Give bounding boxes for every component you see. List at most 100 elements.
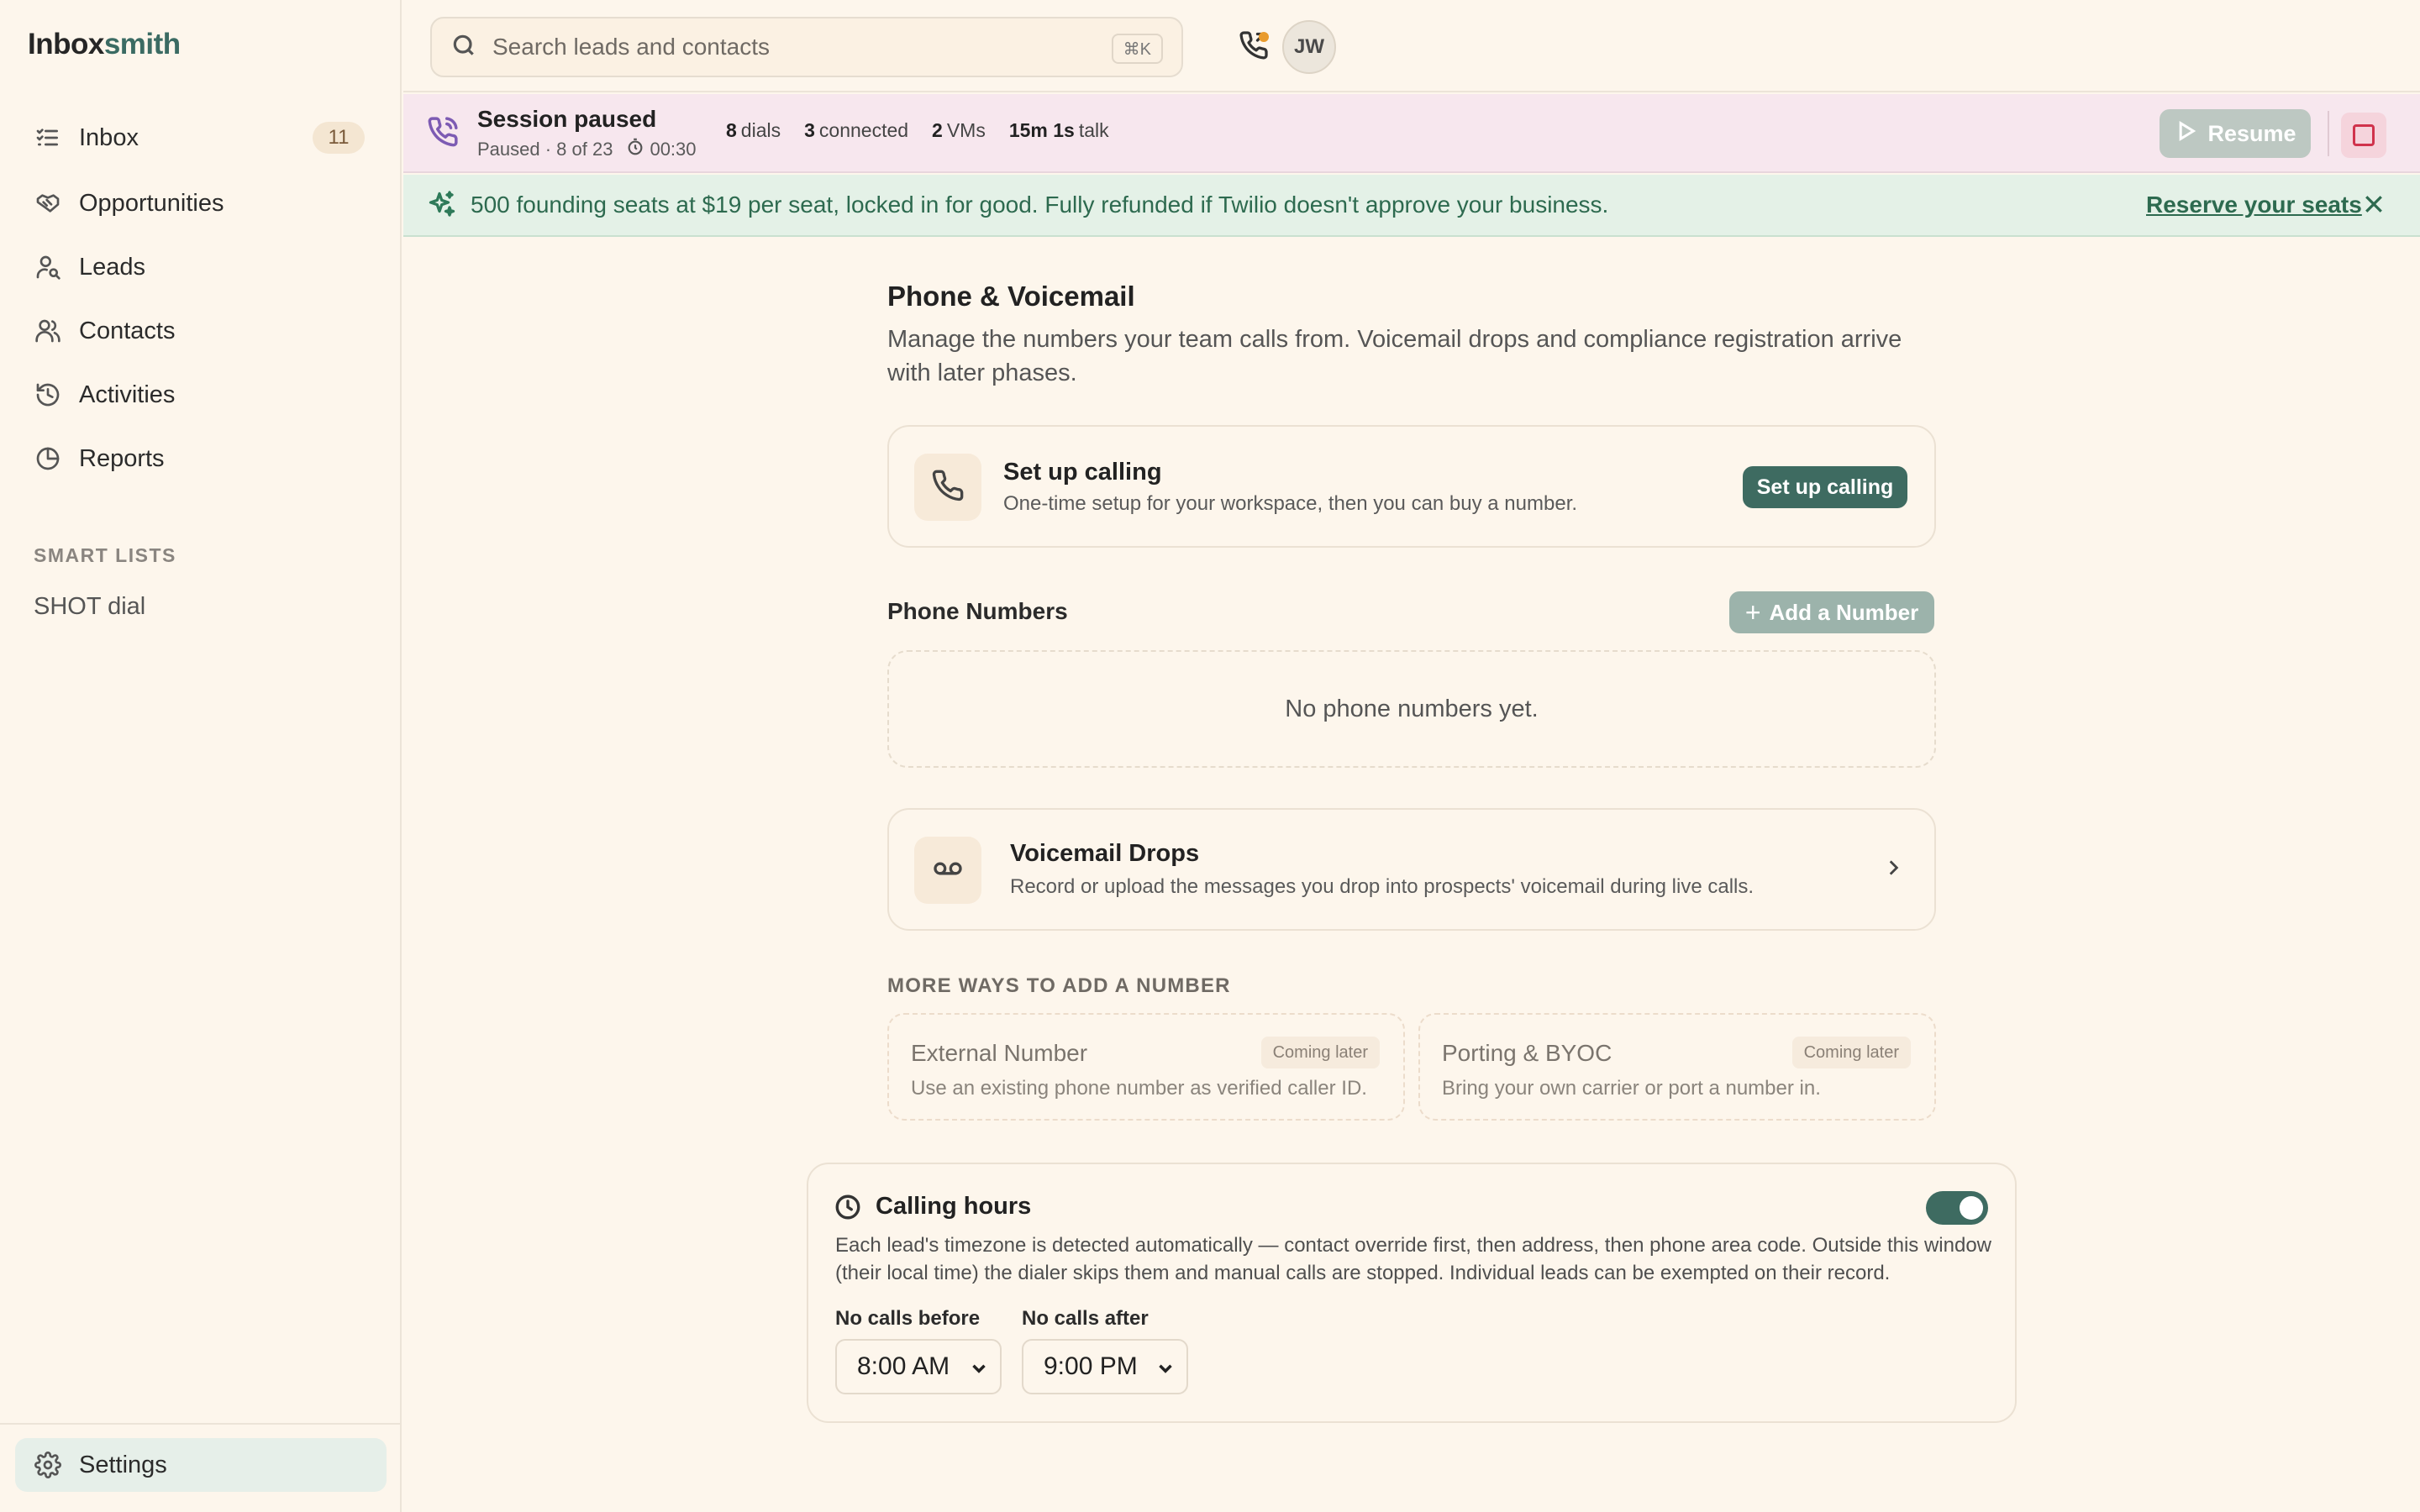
coming-later-badge: Coming later bbox=[1791, 1037, 1911, 1068]
voicemail-drops-title: Voicemail Drops bbox=[1010, 840, 1200, 867]
setup-calling-title: Set up calling bbox=[1003, 459, 1162, 486]
coming-later-badge: Coming later bbox=[1260, 1037, 1380, 1068]
brand-name-part2: smith bbox=[103, 28, 181, 60]
porting-byoc-option: Porting & BYOC Bring your own carrier or… bbox=[1418, 1013, 1936, 1121]
sidebar-item-label: Reports bbox=[79, 444, 165, 472]
resume-label: Resume bbox=[2207, 120, 2296, 146]
promo-text: 500 founding seats at $19 per seat, lock… bbox=[471, 192, 1609, 218]
no-calls-after-select[interactable]: 9:00 PM bbox=[1022, 1339, 1188, 1394]
no-calls-before-label: No calls before bbox=[835, 1307, 981, 1330]
brand-name-part1: Inbox bbox=[28, 28, 104, 60]
voicemail-drops-subtitle: Record or upload the messages you drop i… bbox=[1010, 875, 1754, 898]
sidebar-item-label: Opportunities bbox=[79, 189, 224, 217]
smart-list-item[interactable]: SHOT dial bbox=[34, 593, 145, 621]
option-subtitle: Bring your own carrier or port a number … bbox=[1442, 1077, 1821, 1100]
gear-icon bbox=[34, 1451, 62, 1479]
search-shortcut-hint: ⌘K bbox=[1111, 34, 1163, 64]
sidebar-item-label: Settings bbox=[79, 1451, 167, 1478]
topbar: ⌘K JW bbox=[403, 0, 2420, 92]
session-timer: 00:30 bbox=[650, 139, 697, 160]
stat-talk-time: 15m 1s talk bbox=[1008, 119, 1109, 141]
close-promo-button[interactable] bbox=[2361, 192, 2390, 220]
sidebar-item-activities[interactable]: Activities bbox=[15, 368, 387, 422]
selected-value: 9:00 PM bbox=[1044, 1352, 1138, 1380]
option-title: Porting & BYOC bbox=[1442, 1040, 1612, 1066]
sidebar-item-inbox[interactable]: Inbox 11 bbox=[15, 111, 387, 165]
brand-logo[interactable]: Inboxsmith bbox=[28, 28, 181, 61]
stat-dials: 8 dials bbox=[726, 119, 781, 141]
dialer-button[interactable] bbox=[1234, 27, 1274, 67]
add-number-button[interactable]: + Add a Number bbox=[1729, 591, 1934, 633]
timer-icon bbox=[613, 138, 650, 161]
app-root: Inboxsmith Inbox 11 Opportunities Leads bbox=[0, 0, 2420, 1512]
option-title: External Number bbox=[911, 1040, 1088, 1066]
empty-state-text: No phone numbers yet. bbox=[1285, 695, 1539, 722]
stop-icon bbox=[2353, 124, 2375, 146]
no-calls-before-select[interactable]: 8:00 AM bbox=[835, 1339, 1002, 1394]
sidebar-item-reports[interactable]: Reports bbox=[15, 432, 387, 486]
phone-paused-icon bbox=[427, 116, 460, 150]
phone-numbers-empty-state: No phone numbers yet. bbox=[887, 650, 1936, 768]
sidebar-item-label: Activities bbox=[79, 381, 176, 408]
session-title: Session paused bbox=[477, 106, 657, 132]
option-subtitle: Use an existing phone number as verified… bbox=[911, 1077, 1367, 1100]
handshake-icon bbox=[34, 189, 62, 218]
close-icon bbox=[2361, 196, 2386, 220]
divider bbox=[2328, 111, 2329, 156]
voicemail-icon-tile bbox=[914, 837, 981, 904]
plus-icon: + bbox=[1744, 596, 1761, 627]
toggle-knob bbox=[1960, 1196, 1983, 1220]
phone-icon bbox=[931, 469, 965, 507]
list-check-icon bbox=[34, 123, 62, 152]
sidebar-item-contacts[interactable]: Contacts bbox=[15, 304, 387, 358]
reserve-seats-link[interactable]: Reserve your seats bbox=[2146, 192, 2362, 218]
sidebar-item-label: Inbox bbox=[79, 123, 139, 151]
search-input[interactable] bbox=[492, 34, 1081, 60]
session-stats: 8 dials 3 connected 2 VMs 15m 1s talk bbox=[726, 119, 1133, 142]
stat-connected: 3 connected bbox=[804, 119, 909, 141]
more-ways-heading: MORE WAYS TO ADD A NUMBER bbox=[887, 974, 1231, 997]
pie-chart-icon bbox=[34, 444, 62, 473]
stat-vms: 2 VMs bbox=[932, 119, 986, 141]
sidebar-divider bbox=[0, 1423, 402, 1425]
sidebar: Inboxsmith Inbox 11 Opportunities Leads bbox=[0, 0, 402, 1512]
calling-hours-toggle[interactable] bbox=[1926, 1191, 1988, 1225]
chevron-right-icon bbox=[1882, 857, 1904, 879]
stop-session-button[interactable] bbox=[2341, 113, 2386, 158]
phone-icon-tile bbox=[914, 454, 981, 521]
voicemail-icon bbox=[931, 852, 965, 890]
search-icon bbox=[450, 32, 477, 63]
user-avatar[interactable]: JW bbox=[1282, 20, 1336, 74]
no-calls-after-label: No calls after bbox=[1022, 1307, 1149, 1330]
calling-hours-description: Each lead's timezone is detected automat… bbox=[835, 1234, 1992, 1284]
dial-session-bar: Session paused Paused · 8 of 23 00:30 8d… bbox=[403, 94, 2420, 173]
user-search-icon bbox=[34, 253, 62, 281]
play-icon bbox=[2174, 119, 2207, 149]
smart-lists-heading: SMART LISTS bbox=[34, 544, 176, 566]
add-number-label: Add a Number bbox=[1769, 599, 1919, 625]
users-icon bbox=[34, 317, 62, 345]
sidebar-item-leads[interactable]: Leads bbox=[15, 240, 387, 294]
history-icon bbox=[34, 381, 62, 409]
set-up-calling-button[interactable]: Set up calling bbox=[1743, 466, 1907, 508]
sparkles-icon bbox=[427, 190, 459, 222]
selected-value: 8:00 AM bbox=[857, 1352, 950, 1380]
phone-numbers-heading: Phone Numbers bbox=[887, 598, 1068, 624]
promo-banner: 500 founding seats at $19 per seat, lock… bbox=[403, 175, 2420, 237]
sidebar-item-opportunities[interactable]: Opportunities bbox=[15, 176, 387, 230]
calling-hours-title: Calling hours bbox=[876, 1193, 1032, 1220]
inbox-count-badge: 11 bbox=[313, 122, 365, 154]
page-description: Manage the numbers your team calls from.… bbox=[887, 326, 1902, 386]
resume-button[interactable]: Resume bbox=[2160, 109, 2311, 158]
search-bar[interactable]: ⌘K bbox=[430, 17, 1183, 77]
session-status-line: Paused · 8 of 23 00:30 bbox=[477, 138, 697, 161]
session-status: Paused · 8 of 23 bbox=[477, 139, 613, 160]
voicemail-drops-card[interactable] bbox=[887, 808, 1936, 931]
setup-calling-subtitle: One-time setup for your workspace, then … bbox=[1003, 492, 1578, 515]
page-title: Phone & Voicemail bbox=[887, 281, 1135, 312]
sidebar-item-settings[interactable]: Settings bbox=[15, 1438, 387, 1492]
external-number-option: External Number Use an existing phone nu… bbox=[887, 1013, 1405, 1121]
notification-dot bbox=[1259, 32, 1269, 42]
clock-icon bbox=[834, 1193, 864, 1223]
sidebar-item-label: Leads bbox=[79, 253, 146, 281]
